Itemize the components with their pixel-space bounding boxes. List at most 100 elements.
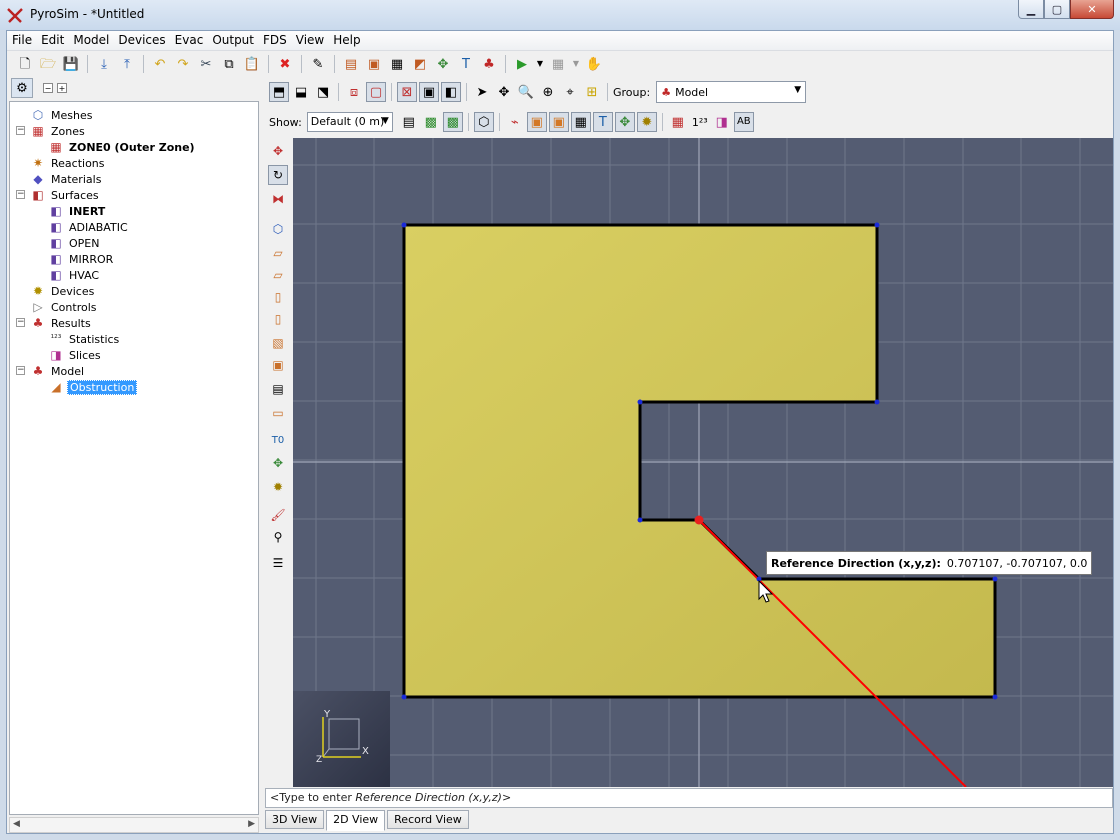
add-control-icon[interactable]: ✹ — [268, 477, 288, 497]
tree-node[interactable]: ◧ MIRROR — [48, 251, 115, 267]
view-side-icon[interactable]: ⬔ — [313, 82, 333, 102]
menu-model[interactable]: Model — [68, 31, 113, 50]
save-icon[interactable]: 💾 — [61, 54, 81, 74]
new-slice-icon[interactable]: ◩ — [410, 54, 430, 74]
undo-icon[interactable]: ↶ — [150, 54, 170, 74]
show-devices-icon[interactable]: ✥ — [614, 112, 635, 132]
tree-node[interactable]: ◧ OPEN — [48, 235, 101, 251]
new-device-icon[interactable]: ✥ — [433, 54, 453, 74]
view-top-icon[interactable]: ⬒ — [269, 82, 289, 102]
draw-wall-layered-icon[interactable]: ▯ — [268, 309, 288, 329]
pan-tool-icon[interactable]: ✥ — [494, 82, 514, 102]
add-device-icon[interactable]: ✥ — [268, 453, 288, 473]
tree-node[interactable]: ◧ Surfaces — [30, 187, 101, 203]
draw-vent-icon[interactable]: ▤ — [268, 379, 288, 399]
draw-obstruction-icon[interactable]: ⧈ — [344, 82, 364, 102]
show-obstruction-fill-icon[interactable]: ▣ — [526, 112, 547, 132]
tree-collapse-toggle[interactable]: − — [16, 126, 25, 135]
cut-icon[interactable]: ✂ — [196, 54, 216, 74]
tab-3d-view[interactable]: 3D View — [265, 810, 325, 829]
tree-node[interactable]: ◧ HVAC — [48, 267, 101, 283]
collapse-all-icon[interactable]: − — [43, 83, 53, 93]
tree-horizontal-scrollbar[interactable]: ◀ ▶ — [9, 817, 259, 833]
delete-icon[interactable]: ✖ — [275, 54, 295, 74]
tab-record-view[interactable]: Record View — [387, 810, 469, 829]
show-solid-icon[interactable]: ◧ — [441, 82, 461, 102]
menu-help[interactable]: Help — [328, 31, 364, 50]
show-outline-icon[interactable]: ▣ — [419, 82, 439, 102]
copy-icon[interactable]: ⧉ — [219, 54, 239, 74]
show-image-icon[interactable]: ▩ — [442, 112, 463, 132]
close-button[interactable]: ✕ — [1070, 0, 1114, 19]
tree-collapse-toggle[interactable]: − — [16, 190, 25, 199]
tree-node[interactable]: ◧ INERT — [48, 203, 107, 219]
tab-2d-view[interactable]: 2D View — [326, 810, 386, 831]
menu-view[interactable]: View — [291, 31, 328, 50]
paste-icon[interactable]: 📋 — [242, 54, 262, 74]
tree-node[interactable]: ◧ ADIABATIC — [48, 219, 130, 235]
tree-collapse-toggle[interactable]: − — [16, 366, 25, 375]
tree-node[interactable]: ⬡ Meshes — [30, 107, 94, 123]
show-select[interactable]: Default (0 m) ▼ — [306, 112, 393, 132]
draw-block-icon[interactable]: ▧ — [268, 333, 288, 353]
add-text-icon[interactable]: T0 — [268, 431, 288, 451]
show-holes-icon[interactable]: ▣ — [548, 112, 569, 132]
menu-file[interactable]: File — [7, 31, 36, 50]
menu-devices[interactable]: Devices — [113, 31, 169, 50]
menu-output[interactable]: Output — [207, 31, 258, 50]
draw-slab-layered-icon[interactable]: ▱ — [268, 265, 288, 285]
export-icon[interactable]: ⤒ — [117, 54, 137, 74]
tree-node[interactable]: ♣ Results — [30, 315, 93, 331]
rotate-icon[interactable]: ↻ — [268, 165, 288, 185]
tree-node[interactable]: ▦ ZONE0 (Outer Zone) — [48, 139, 197, 155]
minimize-button[interactable]: ▁ — [1018, 0, 1044, 19]
show-obstructions-icon[interactable]: ⊠ — [397, 82, 417, 102]
menu-evac[interactable]: Evac — [170, 31, 208, 50]
command-input[interactable]: <Type to enter Reference Direction (x,y,… — [265, 788, 1113, 808]
draw-slab-icon[interactable]: ▱ — [268, 243, 288, 263]
show-statistics-icon[interactable]: 1²³ — [690, 112, 710, 132]
paint-surface-icon[interactable]: 🖌 — [268, 505, 288, 525]
show-mesh-icon[interactable]: ⬡ — [473, 112, 494, 132]
eyedropper-icon[interactable]: ⚲ — [268, 527, 288, 547]
new-hole-icon[interactable]: ▣ — [364, 54, 384, 74]
viewport-canvas[interactable] — [293, 138, 1113, 787]
show-slices-icon[interactable]: ◨ — [712, 112, 732, 132]
tree-node[interactable]: ◆ Materials — [30, 171, 103, 187]
properties-icon[interactable]: ✎ — [308, 54, 328, 74]
fire-icon[interactable]: ✋ — [584, 54, 604, 74]
tree-node[interactable]: ◢ Obstruction — [48, 379, 138, 395]
redo-icon[interactable]: ↷ — [173, 54, 193, 74]
show-vents-icon[interactable]: ▦ — [570, 112, 591, 132]
tree-node[interactable]: ✷ Reactions — [30, 155, 107, 171]
zoom-tool-icon[interactable]: 🔍 — [516, 82, 536, 102]
center-view-icon[interactable]: ⌖ — [560, 82, 580, 102]
draw-mesh-icon[interactable]: ⬡ — [268, 219, 288, 239]
2d-viewport[interactable]: Y X Z Reference Direction (x,y,z): 0.707… — [293, 138, 1113, 787]
maximize-button[interactable]: ▢ — [1044, 0, 1070, 19]
open-folder-icon[interactable]: 🗁 — [38, 54, 58, 74]
view-front-icon[interactable]: ⬓ — [291, 82, 311, 102]
select-tool-icon[interactable]: ➤ — [472, 82, 492, 102]
show-controls-icon[interactable]: ✹ — [636, 112, 657, 132]
results-dropdown-icon[interactable]: ▼ — [571, 54, 581, 74]
tree-node[interactable]: ♣ Model — [30, 363, 86, 379]
menu-edit[interactable]: Edit — [36, 31, 68, 50]
tree-collapse-toggle[interactable]: − — [16, 318, 25, 327]
mirror-icon[interactable]: ⧓ — [268, 189, 288, 209]
scroll-left-icon[interactable]: ◀ — [13, 819, 20, 829]
new-vent-icon[interactable]: ▦ — [387, 54, 407, 74]
filter-icon[interactable]: ▤ — [399, 112, 419, 132]
navigation-view-icon[interactable]: ⚙ — [11, 78, 33, 98]
show-hvac-icon[interactable]: ⌁ — [505, 112, 525, 132]
zoom-box-icon[interactable]: ⊕ — [538, 82, 558, 102]
show-zones-icon[interactable]: ▦ — [668, 112, 688, 132]
scroll-right-icon[interactable]: ▶ — [248, 819, 255, 829]
properties-list-icon[interactable]: ☰ — [268, 553, 288, 573]
expand-all-icon[interactable]: + — [57, 83, 67, 93]
select-move-icon[interactable]: ✥ — [268, 141, 288, 161]
new-group-icon[interactable]: ♣ — [479, 54, 499, 74]
run-simulation-icon[interactable]: ▶ — [512, 54, 532, 74]
show-background-icon[interactable]: ▩ — [421, 112, 441, 132]
draw-wall-tool-icon[interactable]: ▯ — [268, 287, 288, 307]
